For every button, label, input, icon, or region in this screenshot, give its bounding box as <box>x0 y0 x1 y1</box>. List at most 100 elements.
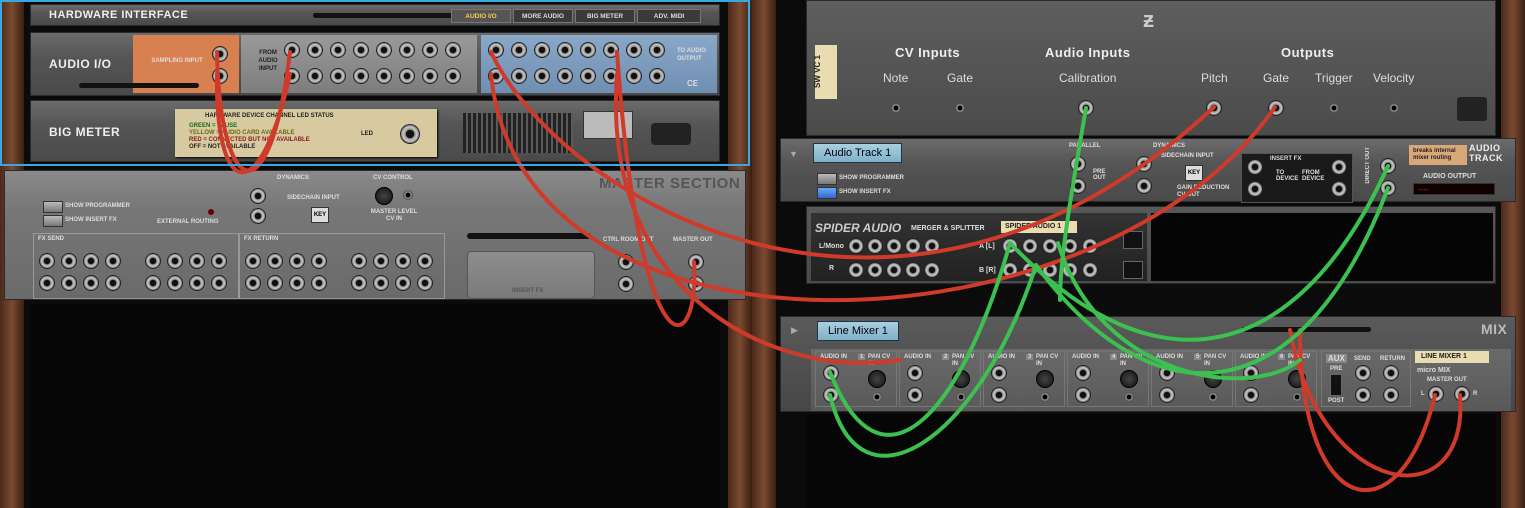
fx-return-jack[interactable] <box>396 254 410 268</box>
merge-jack[interactable] <box>925 239 939 253</box>
output-jack[interactable] <box>489 69 503 83</box>
fx-return-jack[interactable] <box>290 276 304 290</box>
output-jack[interactable] <box>489 43 503 57</box>
switch-icon[interactable] <box>1123 261 1143 279</box>
input-jack[interactable] <box>308 43 322 57</box>
fx-send-jack[interactable] <box>190 276 204 290</box>
input-jack[interactable] <box>423 69 437 83</box>
pan-cv-jack[interactable] <box>1208 392 1218 402</box>
fx-return-jack[interactable] <box>246 254 260 268</box>
insert-jack-2[interactable] <box>1248 182 1262 196</box>
merge-jack[interactable] <box>906 263 920 277</box>
merge-jack[interactable] <box>849 239 863 253</box>
master-out-jack-l[interactable] <box>689 255 703 269</box>
sampling-input-jack-r[interactable] <box>213 69 227 83</box>
velocity-jack[interactable] <box>1389 103 1399 113</box>
fx-send-jack[interactable] <box>212 276 226 290</box>
fx-send-jack[interactable] <box>168 254 182 268</box>
mixer-master-out-jack-r[interactable] <box>1455 387 1469 401</box>
ctrl-room-jack-r[interactable] <box>619 277 633 291</box>
audio-output-display[interactable]: ---- <box>1413 183 1495 195</box>
input-jack[interactable] <box>400 69 414 83</box>
pitch-jack[interactable] <box>1207 101 1221 115</box>
pan-knob[interactable] <box>952 370 970 388</box>
channel-jack-r[interactable] <box>908 388 922 402</box>
aux-return-jack-l[interactable] <box>1384 366 1398 380</box>
fx-return-jack[interactable] <box>312 276 326 290</box>
fx-send-jack[interactable] <box>146 254 160 268</box>
fx-return-jack[interactable] <box>418 276 432 290</box>
split-jack[interactable] <box>1083 263 1097 277</box>
trigger-jack[interactable] <box>1329 103 1339 113</box>
channel-jack-l[interactable] <box>1160 366 1174 380</box>
output-jack[interactable] <box>604 43 618 57</box>
output-jack[interactable] <box>535 43 549 57</box>
fx-return-jack[interactable] <box>396 276 410 290</box>
fx-send-jack[interactable] <box>40 276 54 290</box>
pan-knob[interactable] <box>868 370 886 388</box>
fx-send-jack[interactable] <box>84 254 98 268</box>
fx-return-jack[interactable] <box>290 254 304 268</box>
tab-adv-midi[interactable]: ADV. MIDI <box>637 9 701 23</box>
channel-jack-r[interactable] <box>1244 388 1258 402</box>
master-out-jack-r[interactable] <box>689 277 703 291</box>
split-jack[interactable] <box>1003 263 1017 277</box>
fx-return-jack[interactable] <box>374 254 388 268</box>
channel-jack-r[interactable] <box>1160 388 1174 402</box>
input-jack[interactable] <box>400 43 414 57</box>
insert-fx-cover[interactable]: INSERT FX <box>467 251 595 299</box>
aux-return-jack-r[interactable] <box>1384 388 1398 402</box>
sidechain-jack-r[interactable] <box>251 209 265 223</box>
track-sidechain-jack-r[interactable] <box>1137 179 1151 193</box>
input-jack[interactable] <box>308 69 322 83</box>
channel-jack-l[interactable] <box>1244 366 1258 380</box>
insert-jack-4[interactable] <box>1332 182 1346 196</box>
ctrl-room-jack-l[interactable] <box>619 255 633 269</box>
split-jack[interactable] <box>1003 239 1017 253</box>
note-jack[interactable] <box>891 103 901 113</box>
merge-jack[interactable] <box>868 263 882 277</box>
input-jack[interactable] <box>446 43 460 57</box>
merge-jack[interactable] <box>906 239 920 253</box>
switch-icon[interactable] <box>1123 231 1143 249</box>
tab-audio-io[interactable]: AUDIO I/O <box>451 9 511 23</box>
channel-jack-l[interactable] <box>992 366 1006 380</box>
input-jack[interactable] <box>354 43 368 57</box>
fx-send-jack[interactable] <box>212 254 226 268</box>
channel-jack-r[interactable] <box>992 388 1006 402</box>
fx-return-jack[interactable] <box>352 254 366 268</box>
channel-jack-l[interactable] <box>1076 366 1090 380</box>
channel-jack-l[interactable] <box>908 366 922 380</box>
input-jack[interactable] <box>354 69 368 83</box>
pan-cv-jack[interactable] <box>956 392 966 402</box>
input-jack[interactable] <box>285 43 299 57</box>
split-jack[interactable] <box>1023 263 1037 277</box>
split-jack[interactable] <box>1023 239 1037 253</box>
fx-return-jack[interactable] <box>352 276 366 290</box>
output-jack[interactable] <box>558 43 572 57</box>
merge-jack[interactable] <box>887 239 901 253</box>
insert-jack-1[interactable] <box>1248 160 1262 174</box>
split-jack[interactable] <box>1063 263 1077 277</box>
parallel-jack-r[interactable] <box>1071 179 1085 193</box>
output-jack[interactable] <box>581 69 595 83</box>
channel-jack-l[interactable] <box>824 366 838 380</box>
fx-send-jack[interactable] <box>62 276 76 290</box>
fx-send-jack[interactable] <box>106 254 120 268</box>
output-jack[interactable] <box>535 69 549 83</box>
fx-return-jack[interactable] <box>374 276 388 290</box>
master-level-knob[interactable] <box>375 187 393 205</box>
input-jack[interactable] <box>285 69 299 83</box>
pan-cv-jack[interactable] <box>1124 392 1134 402</box>
show-programmer-button[interactable] <box>43 201 63 213</box>
channel-jack-r[interactable] <box>1076 388 1090 402</box>
input-jack[interactable] <box>331 69 345 83</box>
output-jack[interactable] <box>512 69 526 83</box>
sampling-input-jack-l[interactable] <box>213 47 227 61</box>
audio-track-name[interactable]: Audio Track 1 <box>813 143 903 163</box>
fx-send-jack[interactable] <box>146 276 160 290</box>
line-mixer-name[interactable]: Line Mixer 1 <box>817 321 899 341</box>
pan-knob[interactable] <box>1036 370 1054 388</box>
expand-arrow-icon[interactable]: ▶ <box>791 325 798 336</box>
fx-return-jack[interactable] <box>418 254 432 268</box>
